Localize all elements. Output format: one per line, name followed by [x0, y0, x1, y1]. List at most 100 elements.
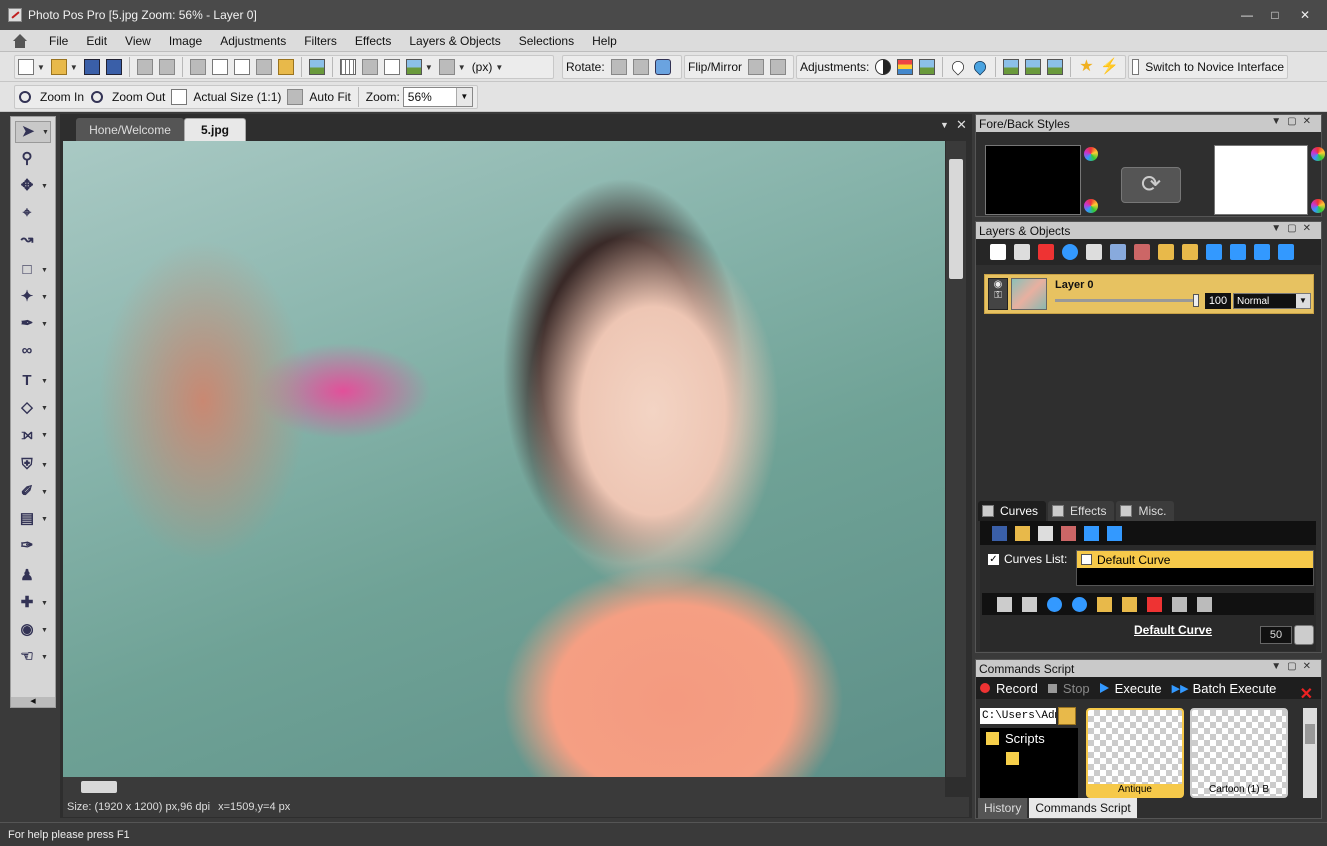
units-select[interactable]: (px) [469, 60, 496, 74]
panel-pin-close-icon[interactable]: ▼▢✕ [1271, 661, 1317, 672]
horizontal-scrollbar[interactable] [63, 777, 945, 797]
layer-mask-icon[interactable] [1134, 244, 1150, 260]
tab-list-chevron-icon[interactable]: ▼ [940, 120, 949, 130]
tab-commands-script[interactable]: Commands Script [1029, 798, 1137, 818]
record-button[interactable]: Record [980, 681, 1038, 696]
menu-filters[interactable]: Filters [295, 34, 346, 48]
background-swatch[interactable] [1214, 145, 1308, 215]
batch-execute-button[interactable]: ▶▶ Batch Execute [1172, 681, 1277, 696]
zoom-select[interactable]: 56% ▼ [402, 87, 473, 107]
pen-tool[interactable]: ✒ ▼ [15, 313, 51, 335]
panel-pin-close-icon[interactable]: ▼▢✕ [1271, 223, 1317, 234]
smudge-tool[interactable]: ☜ ▼ [15, 646, 51, 668]
curve-down-icon[interactable] [1107, 525, 1122, 541]
minimize-button[interactable]: — [1238, 6, 1256, 24]
thumbnails-scrollbar[interactable] [1303, 708, 1317, 798]
tab-history[interactable]: History [978, 798, 1028, 818]
flip-vertical-icon[interactable] [770, 59, 786, 75]
add-object-icon[interactable] [1086, 244, 1102, 260]
auto-fit-button[interactable]: Auto Fit [306, 90, 353, 104]
image-properties-icon[interactable] [308, 59, 325, 75]
copy-icon[interactable] [211, 59, 228, 75]
save-icon[interactable] [83, 59, 100, 75]
menu-selections[interactable]: Selections [510, 34, 583, 48]
tree-item-scripts[interactable]: Scripts [980, 728, 1078, 749]
move-tool[interactable]: ✥ ▼ [15, 175, 51, 197]
layer-info-icon[interactable] [1062, 244, 1078, 260]
flip-h-icon[interactable] [1172, 596, 1187, 612]
paste-new-icon[interactable] [277, 59, 294, 75]
save-all-icon[interactable] [105, 59, 122, 75]
saturation-drop-icon[interactable] [971, 58, 989, 76]
collapse-tools-icon[interactable]: ◀ [11, 697, 55, 707]
effect-1-icon[interactable] [1003, 59, 1020, 75]
export-icon[interactable] [1122, 596, 1137, 612]
stop-button[interactable]: Stop [1047, 681, 1090, 696]
menu-image[interactable]: Image [160, 34, 211, 48]
favorites-star-icon[interactable]: ★ [1078, 59, 1094, 75]
checkbox-checked-icon[interactable]: ✓ [988, 553, 999, 565]
cut-icon[interactable] [189, 59, 206, 75]
list-item[interactable]: Default Curve [1077, 551, 1313, 568]
menu-view[interactable]: View [116, 34, 160, 48]
menu-adjustments[interactable]: Adjustments [211, 34, 295, 48]
auto-fit-icon[interactable] [287, 89, 304, 105]
script-thumbnail-antique[interactable]: Antique [1086, 708, 1184, 798]
home-icon[interactable] [12, 33, 28, 48]
redo-icon[interactable] [158, 59, 175, 75]
back-style-icon[interactable] [1311, 199, 1325, 213]
fill-tool[interactable]: ⛨ ▼ [15, 454, 51, 476]
shape-tool[interactable]: ◇ ▼ [15, 397, 51, 419]
save-curve-icon[interactable] [992, 525, 1007, 541]
chevron-down-icon[interactable]: ▼ [1296, 294, 1310, 308]
ruler-icon[interactable] [361, 59, 378, 75]
delete-layer-icon[interactable] [1038, 244, 1054, 260]
move-up-icon[interactable] [1254, 244, 1270, 260]
redeye-tool[interactable]: ◉ ▼ [15, 619, 51, 641]
script-path-field[interactable]: C:\Users\Adm [980, 708, 1056, 724]
menu-layers-objects[interactable]: Layers & Objects [400, 34, 509, 48]
default-curve-link[interactable]: Default Curve [1134, 623, 1212, 637]
scroll-thumb[interactable] [1305, 724, 1315, 744]
tree-item-subfolder[interactable] [980, 749, 1078, 768]
merge-layer-icon[interactable] [1110, 244, 1126, 260]
hue-saturation-icon[interactable] [919, 59, 936, 75]
close-button[interactable]: ✕ [1296, 6, 1314, 24]
auto-fix-bolt-icon[interactable]: ⚡ [1100, 59, 1119, 75]
brush-tool[interactable]: ✐ ▼ [15, 481, 51, 503]
slider-knob[interactable] [1193, 294, 1199, 307]
flip-horizontal-icon[interactable] [748, 59, 764, 75]
flip-v-icon[interactable] [1197, 596, 1212, 612]
menu-help[interactable]: Help [583, 34, 626, 48]
move-bottom-icon[interactable] [1206, 244, 1222, 260]
curves-list-toggle[interactable]: ✓ Curves List: [988, 552, 1067, 566]
foreground-swatch[interactable] [985, 145, 1081, 215]
ungroup-layer-icon[interactable] [1182, 244, 1198, 260]
script-thumbnail-cartoon[interactable]: Cartoon (1) B [1190, 708, 1288, 798]
execute-button[interactable]: Execute [1099, 681, 1162, 696]
preview-icon[interactable] [405, 59, 422, 75]
open-folder-icon[interactable] [50, 59, 67, 75]
line-tool[interactable]: ⟕ ▼ [15, 424, 51, 446]
clear-script-icon[interactable]: ✕ [1300, 684, 1313, 704]
script-folder-tree[interactable]: Scripts [980, 728, 1078, 798]
undo-icon[interactable] [136, 59, 153, 75]
tab-curves[interactable]: Curves [978, 501, 1047, 521]
healing-tool[interactable]: ✚ ▼ [15, 592, 51, 614]
rotate-left-icon[interactable] [610, 59, 627, 75]
duplicate-layer-icon[interactable] [1014, 244, 1030, 260]
tab-5-jpg[interactable]: 5.jpg [184, 118, 246, 141]
menu-effects[interactable]: Effects [346, 34, 400, 48]
layer-opacity-value[interactable]: 100 [1205, 293, 1231, 309]
zoom-out-icon[interactable] [91, 91, 104, 103]
browse-folder-icon[interactable] [1058, 707, 1076, 725]
marquee-tool[interactable]: □ ▼ [15, 259, 51, 281]
new-layer-icon[interactable] [990, 244, 1006, 260]
straighten-tool[interactable]: ↝ [15, 229, 51, 251]
stamp-tool[interactable]: ♟ [15, 565, 51, 587]
layers-mode-icon[interactable] [1022, 596, 1037, 612]
layer-row[interactable]: ◉ ⚿ Layer 0 100 Normal ▼ [984, 274, 1314, 314]
magic-wand-tool[interactable]: ✦ ▼ [15, 286, 51, 308]
measure-icon[interactable] [438, 59, 455, 75]
remove-icon[interactable] [1147, 596, 1162, 612]
